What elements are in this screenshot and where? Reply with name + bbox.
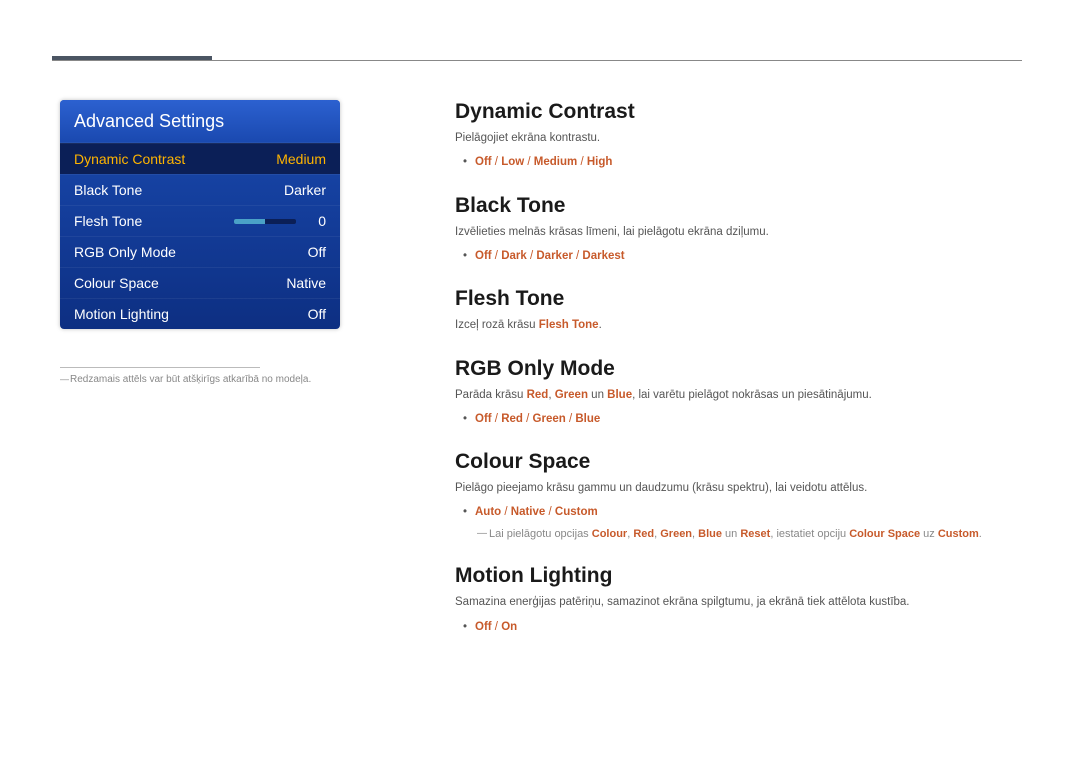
menu-item-motion-lighting[interactable]: Motion Lighting Off (60, 298, 340, 329)
menu-item-label: Flesh Tone (74, 213, 221, 229)
section-options: Off / On (455, 618, 1020, 636)
section-description: Samazina enerģijas patēriņu, samazinot e… (455, 594, 1020, 611)
left-column: Advanced Settings Dynamic Contrast Mediu… (60, 100, 400, 658)
page-content: Advanced Settings Dynamic Contrast Mediu… (60, 100, 1020, 658)
section-note: Lai pielāgotu opcijas Colour, Red, Green… (455, 526, 1020, 543)
section-description: Pielāgojiet ekrāna kontrastu. (455, 130, 1020, 147)
section-options: Off / Low / Medium / High (455, 153, 1020, 171)
advanced-settings-panel: Advanced Settings Dynamic Contrast Mediu… (60, 100, 340, 329)
footnote-divider (60, 367, 260, 368)
section-rgb-only-mode: RGB Only Mode Parāda krāsu Red, Green un… (455, 357, 1020, 429)
menu-item-rgb-only-mode[interactable]: RGB Only Mode Off (60, 236, 340, 267)
section-heading: Flesh Tone (455, 287, 1020, 311)
panel-title: Advanced Settings (60, 100, 340, 143)
section-heading: Dynamic Contrast (455, 100, 1020, 124)
menu-item-label: Black Tone (74, 182, 276, 198)
menu-item-dynamic-contrast[interactable]: Dynamic Contrast Medium (60, 143, 340, 174)
section-heading: Colour Space (455, 450, 1020, 474)
section-black-tone: Black Tone Izvēlieties melnās krāsas līm… (455, 194, 1020, 266)
menu-item-label: Dynamic Contrast (74, 151, 276, 167)
section-options: Off / Red / Green / Blue (455, 410, 1020, 428)
flesh-tone-slider[interactable] (234, 219, 296, 224)
menu-item-label: Colour Space (74, 275, 276, 291)
menu-item-value: Medium (276, 151, 326, 167)
section-colour-space: Colour Space Pielāgo pieejamo krāsu gamm… (455, 450, 1020, 542)
menu-item-label: RGB Only Mode (74, 244, 276, 260)
model-footnote: Redzamais attēls var būt atšķirīgs atkar… (60, 374, 400, 385)
section-heading: RGB Only Mode (455, 357, 1020, 381)
section-motion-lighting: Motion Lighting Samazina enerģijas patēr… (455, 564, 1020, 636)
menu-item-colour-space[interactable]: Colour Space Native (60, 267, 340, 298)
section-description: Pielāgo pieejamo krāsu gammu un daudzumu… (455, 480, 1020, 497)
section-dynamic-contrast: Dynamic Contrast Pielāgojiet ekrāna kont… (455, 100, 1020, 172)
menu-item-value: Darker (276, 182, 326, 198)
section-description: Parāda krāsu Red, Green un Blue, lai var… (455, 387, 1020, 404)
menu-item-value: 0 (314, 213, 326, 229)
menu-item-flesh-tone[interactable]: Flesh Tone 0 (60, 205, 340, 236)
section-heading: Black Tone (455, 194, 1020, 218)
section-options: Off / Dark / Darker / Darkest (455, 247, 1020, 265)
header-rule (52, 60, 1022, 61)
menu-item-value: Native (276, 275, 326, 291)
menu-item-label: Motion Lighting (74, 306, 276, 322)
menu-item-value: Off (276, 306, 326, 322)
section-flesh-tone: Flesh Tone Izceļ rozā krāsu Flesh Tone. (455, 287, 1020, 334)
section-description: Izvēlieties melnās krāsas līmeni, lai pi… (455, 224, 1020, 241)
section-heading: Motion Lighting (455, 564, 1020, 588)
menu-item-value: Off (276, 244, 326, 260)
section-description: Izceļ rozā krāsu Flesh Tone. (455, 317, 1020, 334)
menu-item-slider-cell: 0 (221, 213, 326, 229)
menu-item-black-tone[interactable]: Black Tone Darker (60, 174, 340, 205)
section-options: Auto / Native / Custom (455, 503, 1020, 521)
right-column: Dynamic Contrast Pielāgojiet ekrāna kont… (400, 100, 1020, 658)
